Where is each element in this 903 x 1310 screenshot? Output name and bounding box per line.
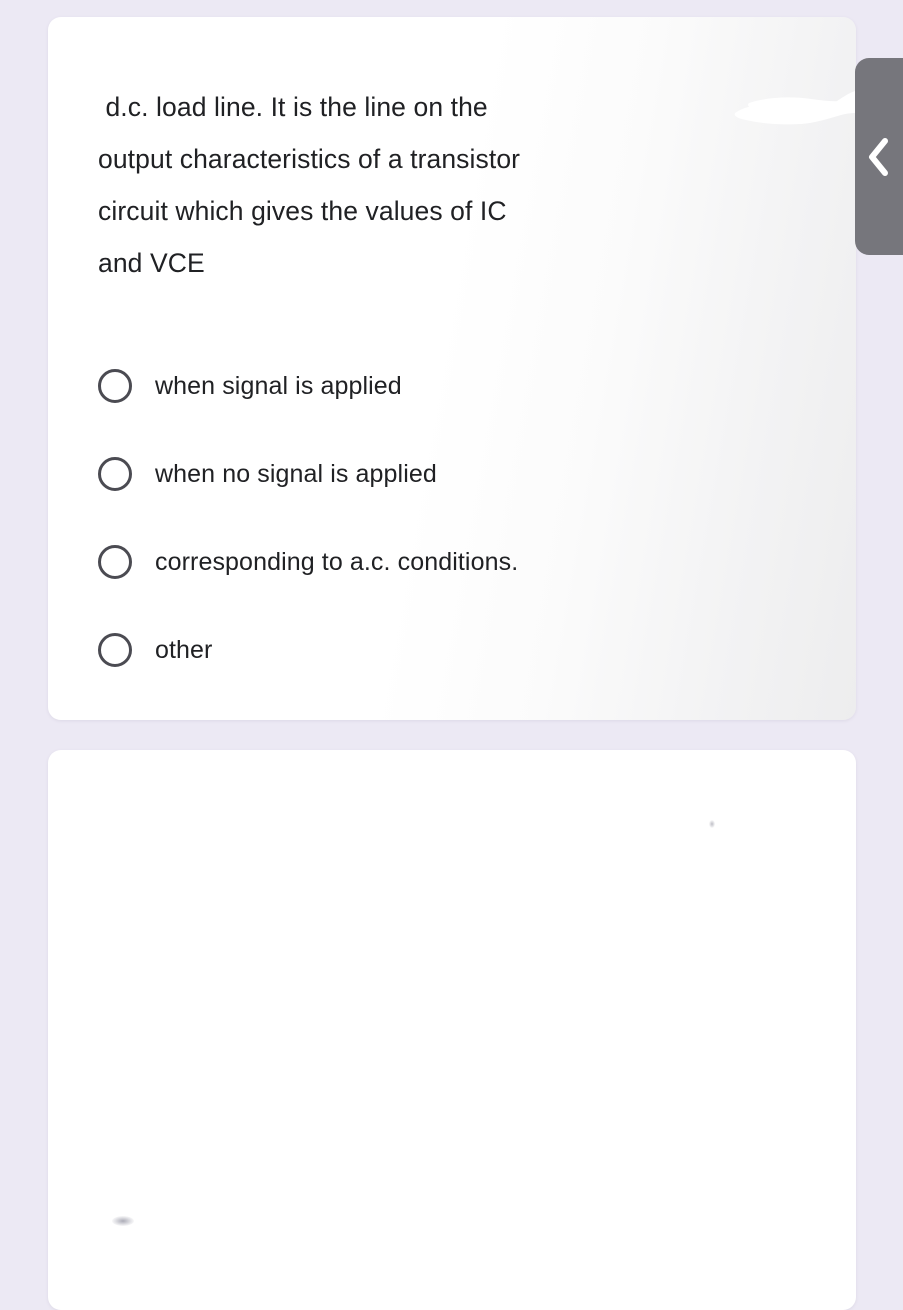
page-root: d.c. load line. It is the line on the ou… [0, 0, 903, 1310]
radio-button-icon[interactable] [98, 457, 132, 491]
option-row[interactable]: when signal is applied [98, 342, 518, 430]
ink-speck-artifact [112, 1216, 134, 1226]
question-card-1: d.c. load line. It is the line on the ou… [48, 17, 856, 720]
radio-button-icon[interactable] [98, 369, 132, 403]
option-row[interactable]: when no signal is applied [98, 430, 518, 518]
option-label: other [155, 635, 213, 664]
question-card-2: A half wave rectifier is equivalent to a… [48, 750, 856, 1310]
option-label: corresponding to a.c. conditions. [155, 547, 519, 576]
question-text: d.c. load line. It is the line on the ou… [98, 92, 521, 278]
option-row[interactable]: other [98, 606, 518, 694]
radio-button-icon[interactable] [98, 633, 132, 667]
collapse-panel-tab[interactable] [855, 58, 903, 255]
option-label: when no signal is applied [155, 459, 437, 488]
ink-speck-artifact [709, 820, 715, 828]
radio-button-icon[interactable] [98, 545, 132, 579]
brush-stroke-annotation [731, 83, 856, 127]
chevron-left-icon [865, 135, 891, 179]
option-row[interactable]: corresponding to a.c. conditions. [98, 518, 518, 606]
options-list: when signal is applied when no signal is… [98, 342, 518, 694]
option-label: when signal is applied [155, 371, 402, 400]
